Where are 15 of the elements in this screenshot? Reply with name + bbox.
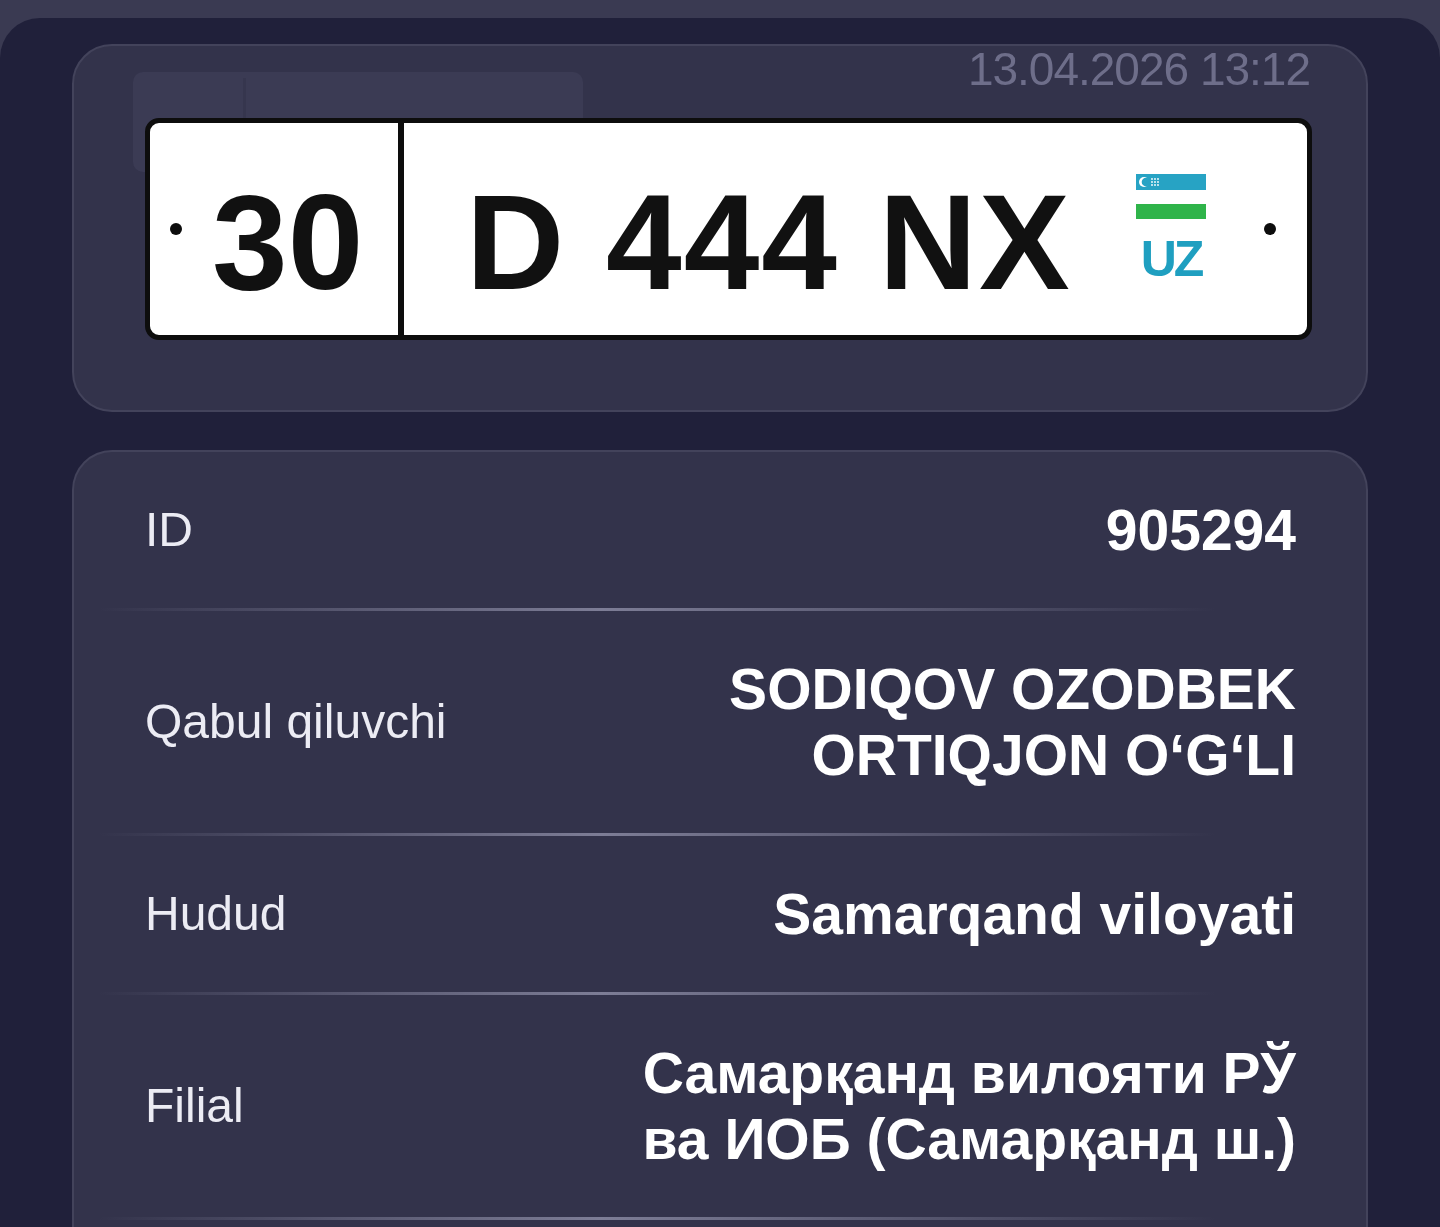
country-code: UZ bbox=[1140, 234, 1202, 284]
field-label: Filial bbox=[145, 1078, 244, 1134]
field-label: Hudud bbox=[145, 886, 287, 942]
field-value: Samarqand viloyati bbox=[773, 881, 1296, 947]
field-label: ID bbox=[145, 502, 193, 558]
field-label: Qabul qiluvchi bbox=[145, 694, 447, 750]
timestamp: 13.04.2026 13:12 bbox=[967, 44, 1310, 95]
flag-icon bbox=[1136, 174, 1206, 220]
dot-icon bbox=[170, 223, 182, 235]
region-code: 30 bbox=[212, 165, 364, 310]
field-value: Самарқанд вилояти РЎ ва ИОБ (Самарқанд ш.) bbox=[641, 1040, 1296, 1172]
field-value: 905294 bbox=[1105, 497, 1296, 563]
field-value: SODIQOV OZODBEK ORTIQJON O‘G‘LI bbox=[728, 656, 1296, 788]
plate-number: D 444 NX bbox=[466, 165, 1072, 310]
dot-icon bbox=[1264, 223, 1276, 235]
